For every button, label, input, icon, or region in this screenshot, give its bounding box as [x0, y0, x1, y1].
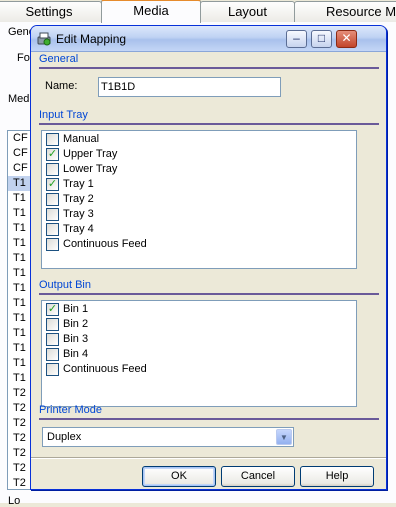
checkbox-checked[interactable]: ✓ [46, 148, 59, 161]
help-button[interactable]: Help [300, 466, 374, 487]
input-tray-item-tray-4[interactable]: Tray 4 [44, 222, 344, 237]
checkbox-checked[interactable]: ✓ [46, 303, 59, 316]
checkbox[interactable] [46, 133, 59, 146]
input-tray-item-continuous-feed[interactable]: Continuous Feed [44, 237, 344, 252]
checkbox[interactable] [46, 348, 59, 361]
tab-layout[interactable]: Layout [200, 1, 295, 22]
checkbox[interactable] [46, 193, 59, 206]
input-tray-item-manual[interactable]: Manual [44, 132, 344, 147]
output-bin-header-label: Output Bin [39, 279, 91, 291]
minimize-button[interactable]: – [286, 30, 307, 48]
output-bin-item-bin-2[interactable]: Bin 2 [44, 317, 344, 332]
checkbox[interactable] [46, 238, 59, 251]
output-bin-item-bin-1[interactable]: ✓ Bin 1 [44, 302, 344, 317]
printer-app-icon [36, 31, 52, 50]
parent-footer-label: Lo [8, 495, 21, 507]
tab-media[interactable]: Media [101, 0, 201, 23]
checkbox-label: Tray 1 [63, 178, 94, 190]
dialog-title: Edit Mapping [56, 32, 127, 46]
cancel-button[interactable]: Cancel [221, 466, 295, 487]
output-bin-item-bin-3[interactable]: Bin 3 [44, 332, 344, 347]
checkbox[interactable] [46, 208, 59, 221]
input-tray-item-upper-tray[interactable]: ✓ Upper Tray [44, 147, 344, 162]
dialog-titlebar[interactable]: Edit Mapping – □ ✕ [31, 26, 386, 52]
name-label: Name: [45, 80, 78, 92]
checkbox-label: Bin 1 [63, 303, 89, 315]
footer-divider [31, 457, 386, 459]
chevron-down-icon[interactable]: ▼ [276, 429, 292, 445]
checkbox-label: Tray 4 [63, 223, 94, 235]
maximize-button[interactable]: □ [311, 30, 332, 48]
tab-resource[interactable]: Resource M [294, 1, 396, 22]
checkbox-label: Continuous Feed [63, 363, 147, 375]
checkbox[interactable] [46, 333, 59, 346]
input-tray-item-tray-1[interactable]: ✓ Tray 1 [44, 177, 344, 192]
input-tray-item-lower-tray[interactable]: Lower Tray [44, 162, 344, 177]
checkbox[interactable] [46, 163, 59, 176]
parent-media-label: Med [8, 93, 30, 105]
ok-button[interactable]: OK [142, 466, 216, 487]
general-section-header: General [39, 53, 379, 69]
output-bin-item-continuous-feed[interactable]: Continuous Feed [44, 362, 344, 377]
tab-settings[interactable]: Settings [0, 1, 102, 22]
printer-mode-value: Duplex [47, 431, 82, 443]
checkbox-label: Continuous Feed [63, 238, 147, 250]
checkbox-label: Tray 2 [63, 193, 94, 205]
edit-mapping-dialog: Edit Mapping – □ ✕ General Name: T1B1D I… [30, 25, 387, 490]
checkbox-label: Upper Tray [63, 148, 118, 160]
general-header-label: General [39, 53, 79, 65]
input-tray-header-label: Input Tray [39, 109, 88, 121]
printer-mode-select[interactable]: Duplex ▼ [42, 427, 294, 447]
input-tray-section-header: Input Tray [39, 109, 379, 125]
checkbox-label: Bin 2 [63, 318, 89, 330]
checkbox-label: Lower Tray [63, 163, 118, 175]
input-tray-item-tray-2[interactable]: Tray 2 [44, 192, 344, 207]
checkbox[interactable] [46, 318, 59, 331]
checkbox-label: Bin 3 [63, 333, 89, 345]
checkbox-label: Bin 4 [63, 348, 89, 360]
parent-tab-strip: Settings Media Layout Resource M [0, 0, 396, 23]
printer-mode-header-label: Printer Mode [39, 404, 102, 416]
name-input[interactable]: T1B1D [98, 77, 281, 97]
input-tray-list: Manual ✓ Upper Tray Lower Tray ✓ Tray 1 … [41, 130, 357, 269]
checkbox[interactable] [46, 223, 59, 236]
checkbox[interactable] [46, 363, 59, 376]
output-bin-section-header: Output Bin [39, 279, 379, 295]
output-bin-item-bin-4[interactable]: Bin 4 [44, 347, 344, 362]
checkbox-label: Tray 3 [63, 208, 94, 220]
printer-mode-section-header: Printer Mode [39, 404, 379, 420]
output-bin-list: ✓ Bin 1 Bin 2 Bin 3 Bin 4 Continuous Fee… [41, 300, 357, 407]
close-button[interactable]: ✕ [336, 30, 357, 48]
checkbox-label: Manual [63, 133, 100, 145]
input-tray-item-tray-3[interactable]: Tray 3 [44, 207, 344, 222]
parent-format-label: Fo [17, 52, 30, 64]
checkbox-checked[interactable]: ✓ [46, 178, 59, 191]
